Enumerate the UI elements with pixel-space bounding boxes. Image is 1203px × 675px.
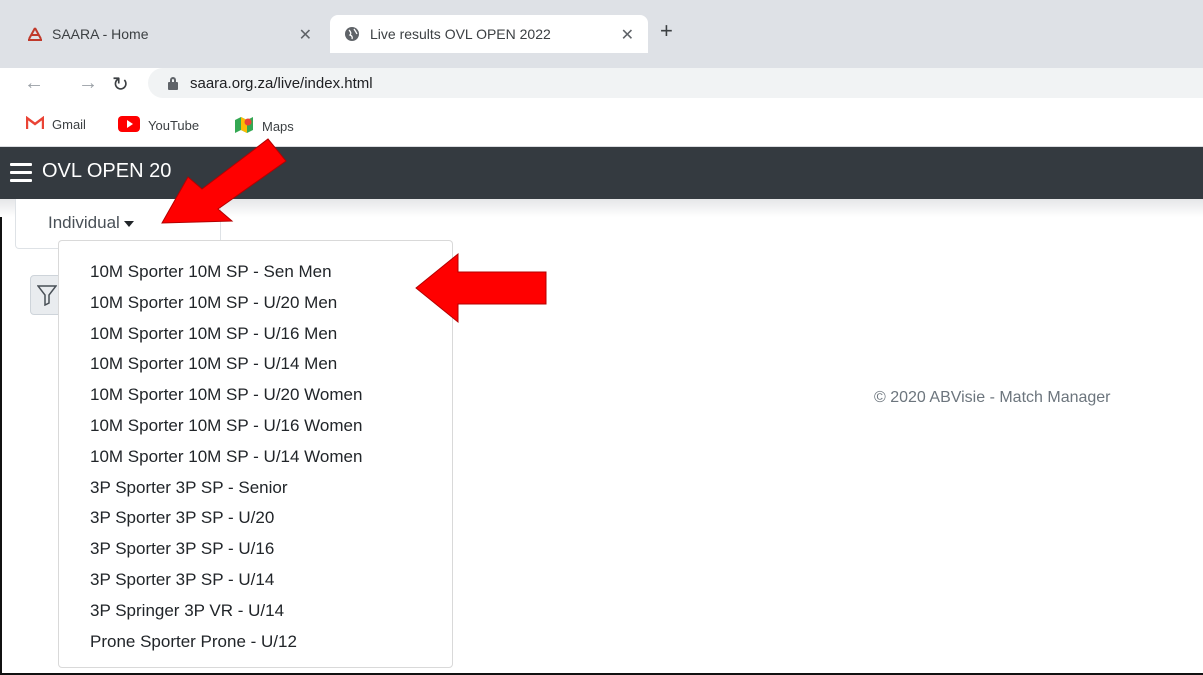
tab-title: SAARA - Home (52, 26, 149, 42)
red-arrow-annotation-left (415, 252, 547, 324)
bookmark-maps[interactable]: Maps (234, 116, 294, 137)
browser-tab-saara-home[interactable]: SAARA - Home ✕ (26, 15, 326, 53)
dropdown-item[interactable]: 10M Sporter 10M SP - U/14 Men (59, 349, 452, 380)
dropdown-item[interactable]: 10M Sporter 10M SP - U/20 Women (59, 380, 452, 411)
maps-icon (234, 116, 254, 137)
gmail-icon (25, 115, 45, 133)
dropdown-item[interactable]: 10M Sporter 10M SP - U/16 Men (59, 319, 452, 350)
youtube-icon (118, 116, 140, 135)
forward-arrow-icon[interactable]: → (78, 72, 98, 95)
caret-down-icon (123, 220, 134, 227)
lock-icon (168, 77, 178, 90)
footer-copyright: © 2020 ABVisie - Match Manager (874, 389, 1111, 406)
browser-tab-live-results[interactable]: Live results OVL OPEN 2022 ✕ (330, 15, 648, 53)
dropdown-item[interactable]: 10M Sporter 10M SP - U/20 Men (59, 288, 452, 319)
dropdown-item[interactable]: 10M Sporter 10M SP - U/16 Women (59, 411, 452, 442)
dropdown-item[interactable]: 3P Sporter 3P SP - Senior (59, 473, 452, 504)
bookmark-label: Gmail (52, 117, 86, 132)
dropdown-item[interactable]: 3P Sporter 3P SP - U/20 (59, 503, 452, 534)
dropdown-item[interactable]: 3P Sporter 3P SP - U/14 (59, 565, 452, 596)
hamburger-menu-icon[interactable] (10, 163, 32, 187)
browser-toolbar: ← → ↻ saara.org.za/live/index.html (0, 68, 1203, 102)
close-tab-icon[interactable]: ✕ (621, 25, 634, 45)
new-tab-icon[interactable]: + (660, 18, 673, 44)
dropdown-item[interactable]: 3P Springer 3P VR - U/14 (59, 596, 452, 627)
saara-logo-icon (26, 26, 42, 42)
bookmark-youtube[interactable]: YouTube (118, 116, 199, 135)
dropdown-item[interactable]: Prone Sporter Prone - U/12 (59, 627, 452, 658)
tab-title: Live results OVL OPEN 2022 (370, 26, 551, 42)
back-arrow-icon[interactable]: ← (24, 72, 44, 95)
dropdown-item[interactable]: 3P Sporter 3P SP - U/16 (59, 534, 452, 565)
close-tab-icon[interactable]: ✕ (299, 25, 312, 45)
red-arrow-annotation-diagonal (161, 138, 287, 224)
dropdown-item[interactable]: 10M Sporter 10M SP - Sen Men (59, 257, 452, 288)
bookmark-label: YouTube (148, 118, 200, 133)
address-bar[interactable]: saara.org.za/live/index.html (148, 68, 1203, 98)
url-text: saara.org.za/live/index.html (190, 74, 373, 92)
bookmark-label: Maps (262, 119, 294, 134)
filter-icon (37, 285, 57, 306)
bookmark-gmail[interactable]: Gmail (25, 115, 86, 133)
globe-icon (344, 26, 360, 42)
browser-tab-strip: SAARA - Home ✕ Live results OVL OPEN 202… (0, 0, 1203, 68)
reload-icon[interactable]: ↻ (112, 72, 129, 97)
individual-dropdown-menu: 10M Sporter 10M SP - Sen Men 10M Sporter… (58, 240, 453, 668)
individual-tab-label: Individual (48, 213, 134, 233)
dropdown-item[interactable]: 10M Sporter 10M SP - U/14 Women (59, 442, 452, 473)
